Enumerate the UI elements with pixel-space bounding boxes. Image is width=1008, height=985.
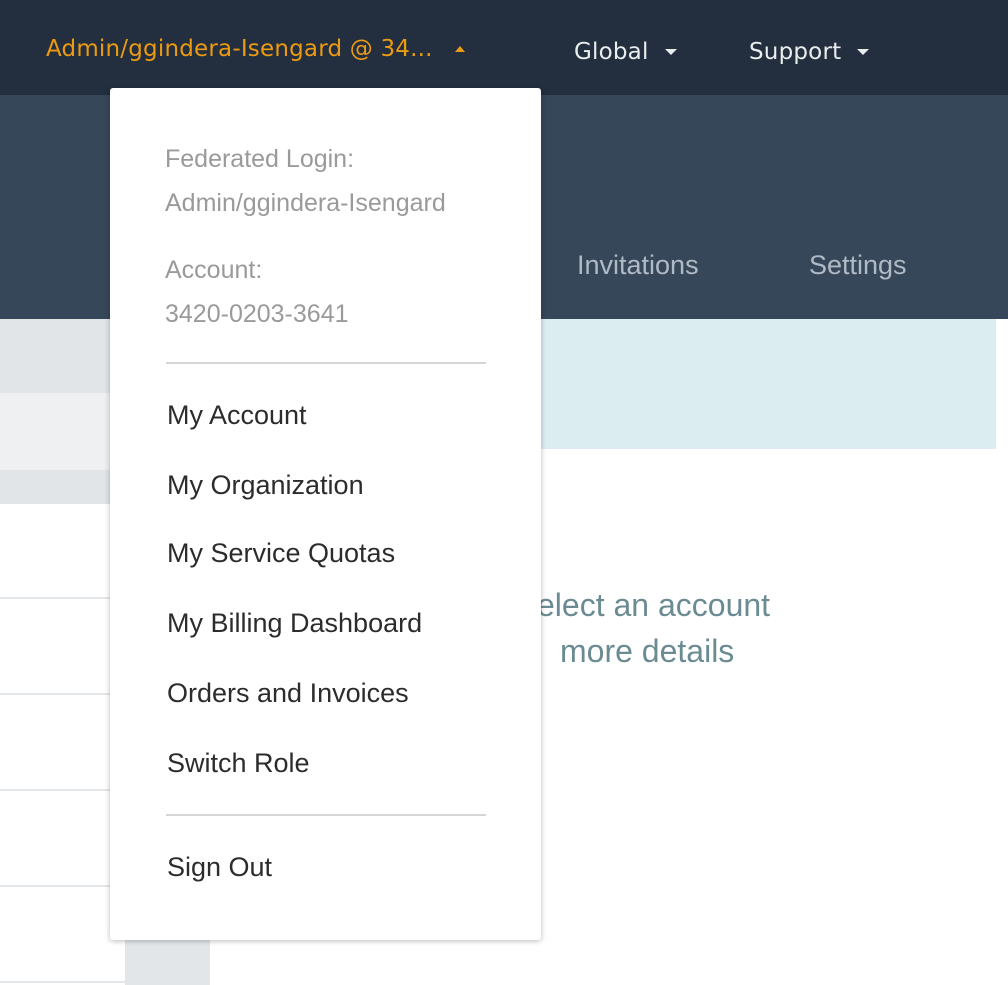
account-id-value: 3420-0203-3641 — [165, 300, 349, 328]
list-row-divider — [0, 789, 125, 791]
account-menu-label: Admin/ggindera-Isengard @ 34... — [46, 36, 433, 62]
menu-item-my-service-quotas[interactable]: My Service Quotas — [167, 538, 395, 569]
menu-item-switch-role[interactable]: Switch Role — [167, 748, 310, 779]
support-menu-toggle[interactable]: Support — [749, 32, 870, 72]
caret-up-icon — [454, 46, 465, 52]
caret-down-icon — [664, 49, 677, 55]
account-menu-toggle[interactable]: Admin/ggindera-Isengard @ 34... — [46, 29, 465, 69]
list-row-divider — [0, 885, 125, 887]
list-row-divider — [0, 981, 125, 983]
menu-item-orders-and-invoices[interactable]: Orders and Invoices — [167, 678, 409, 709]
menu-divider — [166, 362, 486, 364]
list-row-divider — [0, 597, 125, 599]
list-column-bar — [0, 470, 125, 504]
list-subheader — [0, 393, 125, 470]
region-menu-toggle[interactable]: Global — [574, 32, 677, 72]
federated-login-value: Admin/ggindera-Isengard — [165, 189, 446, 217]
menu-item-sign-out[interactable]: Sign Out — [167, 852, 272, 883]
list-row-divider — [0, 693, 125, 695]
account-id-label: Account: — [165, 256, 263, 284]
menu-item-my-billing-dashboard[interactable]: My Billing Dashboard — [167, 608, 422, 639]
caret-down-icon — [857, 49, 870, 55]
federated-login-label: Federated Login: — [165, 145, 355, 173]
tab-invitations[interactable]: Invitations — [577, 250, 699, 281]
account-list-panel — [0, 319, 125, 985]
menu-item-my-organization[interactable]: My Organization — [167, 470, 364, 501]
top-nav-bar: Admin/ggindera-Isengard @ 34... Global S… — [0, 0, 1008, 95]
menu-item-my-account[interactable]: My Account — [167, 400, 307, 431]
menu-divider — [166, 814, 486, 816]
list-header — [0, 319, 125, 393]
tab-settings[interactable]: Settings — [809, 250, 907, 281]
account-dropdown-menu: Federated Login: Admin/ggindera-Isengard… — [110, 88, 541, 940]
region-menu-label: Global — [574, 39, 649, 65]
support-menu-label: Support — [749, 39, 842, 65]
